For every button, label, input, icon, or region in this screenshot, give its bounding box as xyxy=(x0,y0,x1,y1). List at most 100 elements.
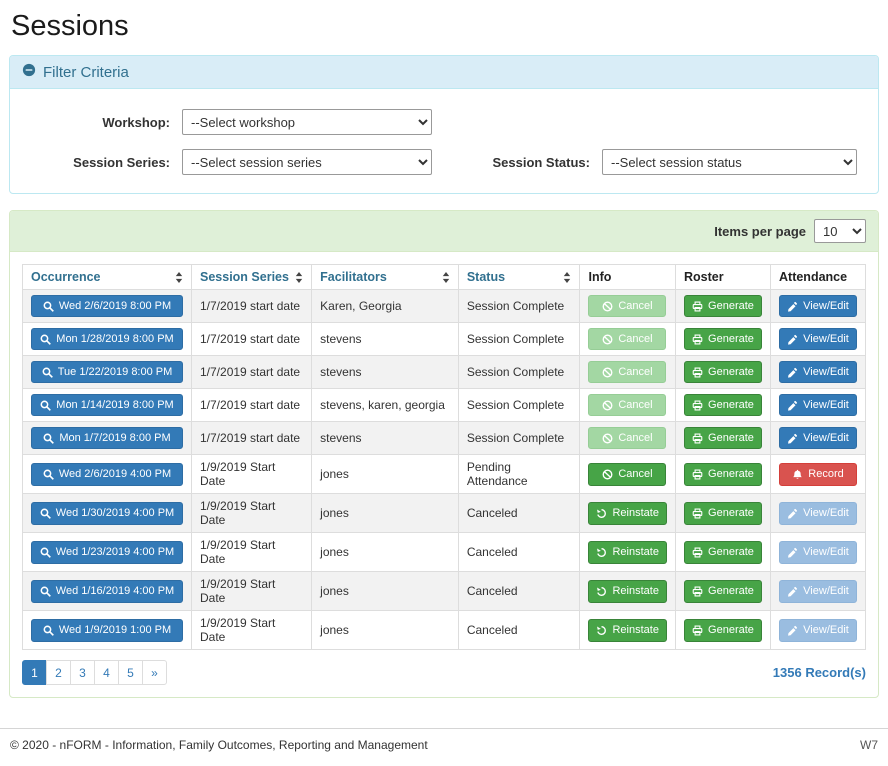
occurrence-label: Mon 1/7/2019 8:00 PM xyxy=(59,432,170,444)
print-icon xyxy=(692,400,703,411)
generate-button[interactable]: Generate xyxy=(684,328,762,350)
filter-panel-title: Filter Criteria xyxy=(43,64,129,81)
page-button-5[interactable]: 5 xyxy=(118,660,143,685)
search-icon xyxy=(43,625,54,636)
page-button-1[interactable]: 1 xyxy=(22,660,47,685)
button-label: View/Edit xyxy=(803,585,849,597)
reinstate-button[interactable]: Reinstate xyxy=(588,502,666,524)
reinstate-button[interactable]: Reinstate xyxy=(588,541,666,563)
ban-icon xyxy=(602,301,613,312)
view-edit-button[interactable]: View/Edit xyxy=(779,427,857,449)
column-header-occurrence[interactable]: Occurrence xyxy=(23,265,192,290)
session-series-cell: 1/7/2019 start date xyxy=(192,422,312,455)
occurrence-label: Mon 1/28/2019 8:00 PM xyxy=(56,333,173,345)
pencil-icon xyxy=(787,334,798,345)
footer-version: W7 xyxy=(860,738,878,752)
session-series-cell: 1/9/2019 Start Date xyxy=(192,533,312,572)
generate-button[interactable]: Generate xyxy=(684,295,762,317)
pencil-icon xyxy=(787,586,798,597)
roster-cell: Generate xyxy=(675,455,770,494)
page-button-2[interactable]: 2 xyxy=(46,660,71,685)
view-edit-button[interactable]: View/Edit xyxy=(779,328,857,350)
generate-button[interactable]: Generate xyxy=(684,463,762,485)
workshop-field: Workshop: --Select workshop xyxy=(22,109,432,135)
generate-button[interactable]: Generate xyxy=(684,541,762,563)
occurrence-button[interactable]: Wed 1/23/2019 4:00 PM xyxy=(31,541,183,563)
generate-button[interactable]: Generate xyxy=(684,502,762,524)
occurrence-button[interactable]: Wed 1/9/2019 1:00 PM xyxy=(31,619,183,641)
search-icon xyxy=(40,334,51,345)
record-button[interactable]: Record xyxy=(779,463,857,485)
occurrence-button[interactable]: Wed 2/6/2019 8:00 PM xyxy=(31,295,183,317)
facilitators-cell: Karen, Georgia xyxy=(312,290,459,323)
page-button-3[interactable]: 3 xyxy=(70,660,95,685)
info-cell: Reinstate xyxy=(580,494,675,533)
occurrence-cell: Wed 1/16/2019 4:00 PM xyxy=(23,572,192,611)
occurrence-button[interactable]: Mon 1/7/2019 8:00 PM xyxy=(31,427,183,449)
info-cell: Reinstate xyxy=(580,533,675,572)
ban-icon xyxy=(602,433,613,444)
generate-button[interactable]: Generate xyxy=(684,427,762,449)
button-label: Generate xyxy=(708,300,754,312)
minus-circle-icon[interactable] xyxy=(22,63,36,81)
column-label: Facilitators xyxy=(320,270,387,284)
items-per-page-select[interactable]: 10 xyxy=(814,219,866,243)
roster-cell: Generate xyxy=(675,389,770,422)
session-row: Mon 1/14/2019 8:00 PM1/7/2019 start date… xyxy=(23,389,866,422)
generate-button[interactable]: Generate xyxy=(684,619,762,641)
session-status-select[interactable]: --Select session status xyxy=(602,149,857,175)
button-label: View/Edit xyxy=(803,300,849,312)
occurrence-label: Wed 1/16/2019 4:00 PM xyxy=(56,585,174,597)
view-edit-button[interactable]: View/Edit xyxy=(779,361,857,383)
pencil-icon xyxy=(787,400,798,411)
attendance-cell: View/Edit xyxy=(771,494,866,533)
column-header-session_series[interactable]: Session Series xyxy=(192,265,312,290)
generate-button[interactable]: Generate xyxy=(684,394,762,416)
session-row: Wed 2/6/2019 8:00 PM1/7/2019 start dateK… xyxy=(23,290,866,323)
occurrence-label: Mon 1/14/2019 8:00 PM xyxy=(56,399,173,411)
column-header-facilitators[interactable]: Facilitators xyxy=(312,265,459,290)
attendance-cell: Record xyxy=(771,455,866,494)
page-next-button[interactable]: » xyxy=(142,660,167,685)
session-series-select[interactable]: --Select session series xyxy=(182,149,432,175)
info-cell: Cancel xyxy=(580,422,675,455)
view-edit-button[interactable]: View/Edit xyxy=(779,394,857,416)
generate-button[interactable]: Generate xyxy=(684,361,762,383)
cancel-button: Cancel xyxy=(588,295,666,317)
occurrence-button[interactable]: Tue 1/22/2019 8:00 PM xyxy=(31,361,183,383)
bell-icon xyxy=(792,469,803,480)
page-button-4[interactable]: 4 xyxy=(94,660,119,685)
column-header-status[interactable]: Status xyxy=(458,265,580,290)
filter-panel-header[interactable]: Filter Criteria xyxy=(10,56,878,89)
search-icon xyxy=(43,433,54,444)
cancel-button[interactable]: Cancel xyxy=(588,463,666,485)
status-cell: Session Complete xyxy=(458,356,580,389)
button-label: View/Edit xyxy=(803,432,849,444)
facilitators-cell: jones xyxy=(312,611,459,650)
session-series-field: Session Series: --Select session series xyxy=(22,149,432,175)
print-icon xyxy=(692,334,703,345)
pagination: 12345» xyxy=(22,660,167,685)
button-label: View/Edit xyxy=(803,624,849,636)
session-row: Wed 1/9/2019 1:00 PM1/9/2019 Start Datej… xyxy=(23,611,866,650)
undo-icon xyxy=(596,547,607,558)
occurrence-button[interactable]: Wed 1/16/2019 4:00 PM xyxy=(31,580,183,602)
sort-icon xyxy=(295,272,303,283)
items-per-page: Items per page 10 xyxy=(714,219,866,243)
session-status-field: Session Status: --Select session status xyxy=(472,149,857,175)
button-label: Generate xyxy=(708,585,754,597)
status-cell: Canceled xyxy=(458,533,580,572)
session-series-label: Session Series: xyxy=(22,155,182,170)
info-cell: Cancel xyxy=(580,323,675,356)
occurrence-button[interactable]: Wed 2/6/2019 4:00 PM xyxy=(31,463,183,485)
button-label: Cancel xyxy=(618,432,652,444)
workshop-select[interactable]: --Select workshop xyxy=(182,109,432,135)
reinstate-button[interactable]: Reinstate xyxy=(588,619,666,641)
occurrence-button[interactable]: Wed 1/30/2019 4:00 PM xyxy=(31,502,183,524)
generate-button[interactable]: Generate xyxy=(684,580,762,602)
occurrence-button[interactable]: Mon 1/14/2019 8:00 PM xyxy=(31,394,183,416)
reinstate-button[interactable]: Reinstate xyxy=(588,580,666,602)
occurrence-button[interactable]: Mon 1/28/2019 8:00 PM xyxy=(31,328,183,350)
roster-cell: Generate xyxy=(675,422,770,455)
view-edit-button[interactable]: View/Edit xyxy=(779,295,857,317)
